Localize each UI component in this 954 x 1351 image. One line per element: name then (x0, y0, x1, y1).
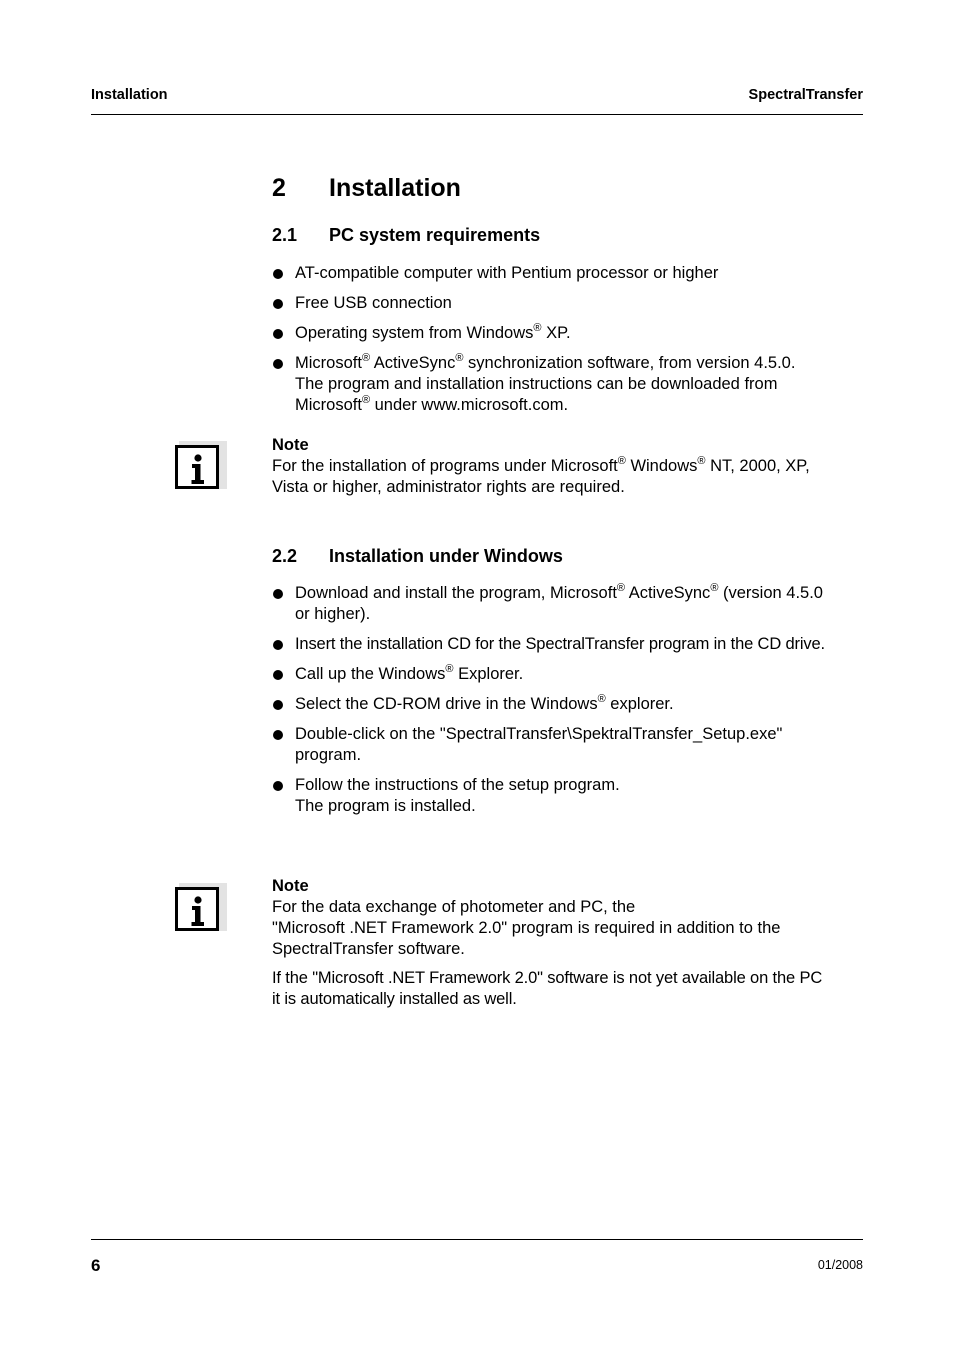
list-item-text: (version 4.5.0 (718, 584, 823, 602)
registered-mark: ® (361, 394, 371, 406)
list-item: Follow the instructions of the setup pro… (272, 775, 872, 817)
registered-mark: ® (533, 322, 542, 334)
list-item: Insert the installation CD for the Spect… (272, 634, 872, 655)
section-title: Installation under Windows (329, 546, 563, 566)
list-item-text: Microsoft (295, 354, 362, 372)
bullet-icon (273, 329, 283, 339)
list-item-text: Double-click on the "SpectralTransfer\Sp… (295, 725, 783, 743)
list-item-text: Free USB connection (295, 294, 452, 312)
section-title: PC system requirements (329, 225, 541, 245)
list-item-text: under www.microsoft.com. (370, 396, 569, 414)
running-header-chapter: Installation (91, 87, 168, 103)
bullet-icon (273, 589, 283, 599)
note-line: SpectralTransfer software. (272, 940, 465, 958)
list-item: Double-click on the "SpectralTransfer\Sp… (272, 724, 872, 766)
list-item: Free USB connection (272, 293, 872, 314)
list-item: Operating system from Windows® XP. (272, 323, 872, 344)
list-item-text: ActiveSync (625, 584, 711, 602)
list-item-text: Call up the Windows (295, 665, 446, 683)
bullet-icon (273, 359, 283, 369)
header-divider (91, 114, 863, 115)
bullet-icon (273, 269, 283, 279)
list-item-text: AT-compatible computer with Pentium proc… (295, 264, 719, 282)
note-net-framework: Note For the data exchange of photometer… (272, 876, 872, 1018)
bullet-icon (273, 670, 283, 680)
registered-mark: ® (597, 693, 606, 705)
note-paragraph: If the "Microsoft .NET Framework 2.0" so… (272, 968, 872, 1010)
bullet-icon (273, 640, 283, 650)
list-item-text: Microsoft (295, 396, 362, 414)
note-text-part: Vista or higher, administrator rights ar… (272, 478, 625, 496)
installation-steps-list: Download and install the program, Micros… (272, 583, 872, 826)
section-heading-2-2: 2.2 Installation under Windows (272, 546, 563, 567)
footer-date: 01/2008 (817, 1258, 863, 1272)
list-item-text: synchronization software, from version 4… (463, 354, 796, 372)
running-header-product: SpectralTransfer (748, 87, 863, 103)
note-line: it is automatically installed as well. (272, 990, 517, 1008)
note-admin-rights: Note For the installation of programs un… (272, 435, 872, 498)
list-item-text: The program is installed. (295, 797, 476, 815)
chapter-heading: 2 Installation (272, 174, 461, 203)
note-text-part: For the installation of programs under M… (272, 457, 618, 475)
list-item: Download and install the program, Micros… (272, 583, 872, 625)
list-item: Call up the Windows® Explorer. (272, 664, 872, 685)
list-item-text: Follow the instructions of the setup pro… (295, 776, 620, 794)
list-item-text: The program and installation instruction… (295, 375, 778, 393)
section-number: 2.2 (272, 546, 298, 566)
list-item-text: Explorer. (453, 665, 524, 683)
list-item: Select the CD-ROM drive in the Windows® … (272, 694, 872, 715)
info-icon (175, 883, 227, 935)
bullet-icon (273, 781, 283, 791)
registered-mark: ® (445, 663, 454, 675)
chapter-title: Installation (329, 174, 461, 202)
note-line: If the "Microsoft .NET Framework 2.0" so… (272, 969, 823, 987)
requirements-list: AT-compatible computer with Pentium proc… (272, 263, 872, 425)
note-paragraph: For the data exchange of photometer and … (272, 897, 872, 960)
list-item-text: or higher). (295, 605, 371, 623)
list-item-text: Insert the installation CD for the Spect… (295, 635, 825, 653)
list-item-text: XP. (541, 324, 571, 342)
footer-divider (91, 1239, 863, 1240)
bullet-icon (273, 730, 283, 740)
section-number: 2.1 (272, 225, 298, 245)
bullet-icon (273, 700, 283, 710)
registered-mark: ® (616, 582, 626, 594)
registered-mark: ® (697, 455, 706, 467)
chapter-number: 2 (272, 174, 286, 202)
note-title: Note (272, 877, 309, 895)
list-item-text: program. (295, 746, 362, 764)
list-item-text: ActiveSync (370, 354, 456, 372)
note-line: "Microsoft .NET Framework 2.0" program i… (272, 919, 781, 937)
list-item: AT-compatible computer with Pentium proc… (272, 263, 872, 284)
section-heading-2-1: 2.1 PC system requirements (272, 225, 540, 246)
registered-mark: ® (361, 352, 371, 364)
list-item-text: Select the CD-ROM drive in the Windows (295, 695, 598, 713)
info-icon (175, 441, 227, 493)
note-text-part: NT, 2000, XP, (705, 457, 810, 475)
registered-mark: ® (617, 455, 626, 467)
list-item-text: explorer. (605, 695, 674, 713)
bullet-icon (273, 299, 283, 309)
list-item-text: Operating system from Windows (295, 324, 534, 342)
note-line: For the data exchange of photometer and … (272, 898, 636, 916)
list-item: Microsoft® ActiveSync® synchronization s… (272, 353, 872, 416)
list-item-text: Download and install the program, Micros… (295, 584, 617, 602)
note-text-part: Windows (625, 457, 698, 475)
page-number: 6 (91, 1256, 101, 1275)
note-title: Note (272, 436, 309, 454)
note-text: For the installation of programs under M… (272, 456, 872, 498)
